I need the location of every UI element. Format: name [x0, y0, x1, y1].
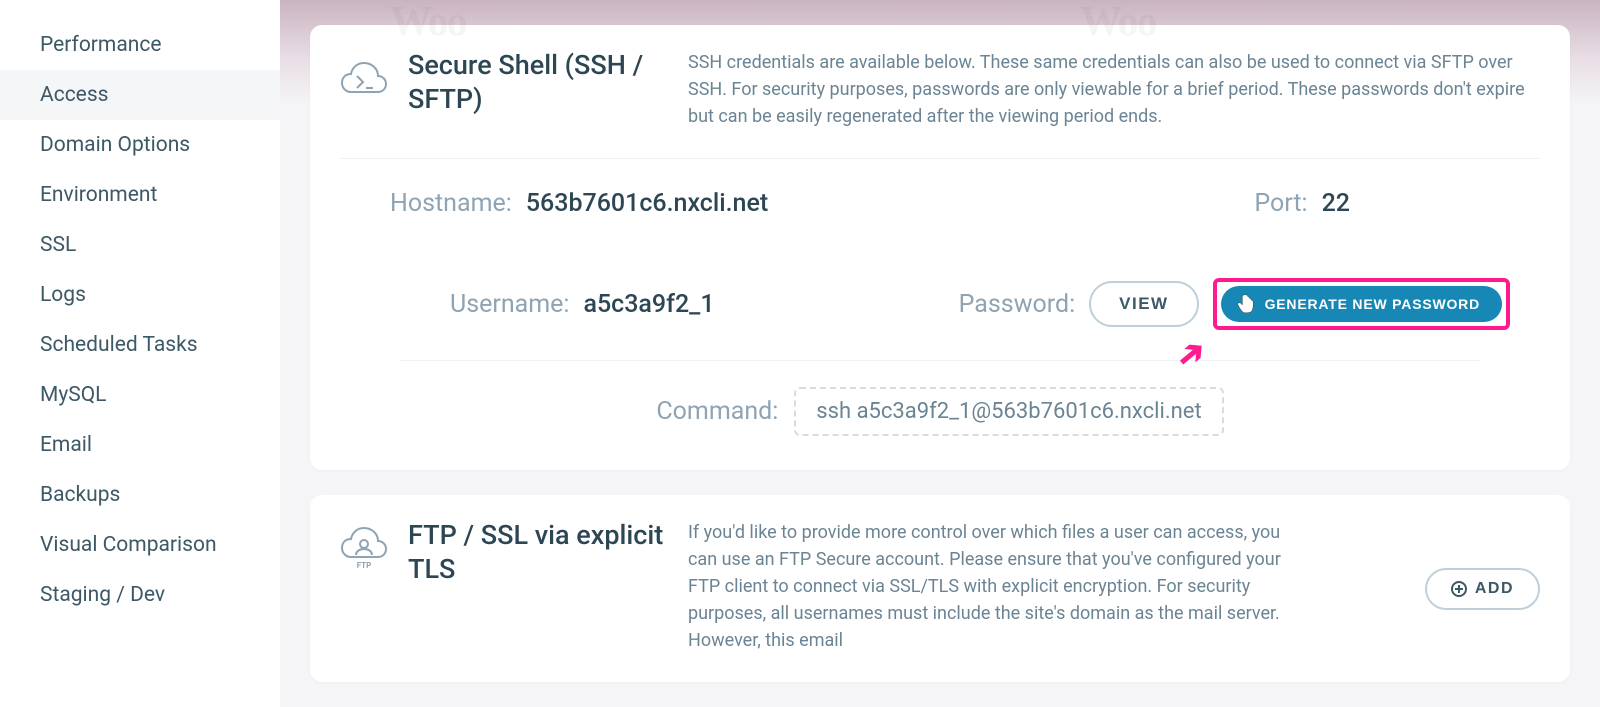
- sidebar-label: MySQL: [40, 383, 107, 407]
- cursor-pointer-icon: [1235, 293, 1257, 315]
- svg-text:FTP: FTP: [357, 561, 372, 570]
- username-label: Username:: [450, 290, 569, 319]
- sidebar-label: Email: [40, 433, 92, 457]
- ftp-cloud-icon: FTP: [340, 525, 388, 573]
- sidebar-label: Access: [40, 83, 109, 107]
- sidebar-item-visual-comparison[interactable]: Visual Comparison: [0, 520, 280, 570]
- view-password-button[interactable]: VIEW: [1089, 281, 1198, 327]
- ftp-card-description: If you'd like to provide more control ov…: [688, 519, 1290, 654]
- hostname-value: 563b7601c6.nxcli.net: [526, 189, 768, 218]
- sidebar-item-staging-dev[interactable]: Staging / Dev: [0, 570, 280, 620]
- sidebar-label: Backups: [40, 483, 120, 507]
- sidebar-label: Scheduled Tasks: [40, 333, 198, 357]
- ssh-hostname-port-row: Hostname: 563b7601c6.nxcli.net Port: 22: [310, 159, 1570, 248]
- ssh-card: Secure Shell (SSH / SFTP) SSH credential…: [310, 25, 1570, 470]
- add-button-label: ADD: [1475, 580, 1514, 598]
- password-label: Password:: [959, 290, 1075, 319]
- hostname-field: Hostname: 563b7601c6.nxcli.net: [390, 189, 768, 218]
- sidebar-item-backups[interactable]: Backups: [0, 470, 280, 520]
- generate-password-label: GENERATE NEW PASSWORD: [1265, 296, 1480, 312]
- port-label: Port:: [1254, 189, 1307, 218]
- ftp-card-title: FTP / SSL via explicit TLS: [408, 519, 668, 587]
- ftp-card-header: FTP FTP / SSL via explicit TLS If you'd …: [310, 495, 1570, 682]
- ssh-card-header: Secure Shell (SSH / SFTP) SSH credential…: [310, 25, 1570, 158]
- ssh-card-title: Secure Shell (SSH / SFTP): [408, 49, 668, 117]
- sidebar-item-logs[interactable]: Logs: [0, 270, 280, 320]
- username-value: a5c3a9f2_1: [583, 290, 714, 319]
- ftp-card: FTP FTP / SSL via explicit TLS If you'd …: [310, 495, 1570, 682]
- command-label: Command:: [656, 397, 778, 426]
- command-value-box[interactable]: ssh a5c3a9f2_1@563b7601c6.nxcli.net: [794, 387, 1223, 436]
- sidebar-item-scheduled-tasks[interactable]: Scheduled Tasks: [0, 320, 280, 370]
- ssh-card-description: SSH credentials are available below. The…: [688, 49, 1540, 130]
- add-button-wrap: ADD: [1425, 568, 1540, 610]
- bg-woo-logo-left: Woo: [390, 0, 466, 46]
- sidebar-label: Environment: [40, 183, 157, 207]
- username-field: Username: a5c3a9f2_1: [450, 290, 715, 319]
- sidebar-item-environment[interactable]: Environment: [0, 170, 280, 220]
- sidebar-label: Staging / Dev: [40, 583, 165, 607]
- plus-icon: [1451, 581, 1467, 597]
- bg-woo-logo-right: Woo: [1080, 0, 1156, 46]
- cloud-shell-icon: [340, 55, 388, 103]
- hostname-label: Hostname:: [390, 189, 512, 218]
- ssh-command-row: Command: ssh a5c3a9f2_1@563b7601c6.nxcli…: [310, 361, 1570, 470]
- page-container: Performance Access Domain Options Enviro…: [0, 0, 1600, 707]
- sidebar-label: Domain Options: [40, 133, 190, 157]
- port-value: 22: [1322, 189, 1350, 218]
- sidebar-label: Visual Comparison: [40, 533, 217, 557]
- password-field: Password: VIEW GENERATE NEW PASSWORD ➔: [959, 278, 1510, 330]
- add-ftp-button[interactable]: ADD: [1425, 568, 1540, 610]
- sidebar: Performance Access Domain Options Enviro…: [0, 0, 280, 707]
- highlight-annotation: GENERATE NEW PASSWORD ➔: [1213, 278, 1510, 330]
- sidebar-item-access[interactable]: Access: [0, 70, 280, 120]
- sidebar-item-email[interactable]: Email: [0, 420, 280, 470]
- sidebar-item-domain-options[interactable]: Domain Options: [0, 120, 280, 170]
- generate-password-button[interactable]: GENERATE NEW PASSWORD: [1221, 286, 1502, 322]
- ssh-username-password-row: Username: a5c3a9f2_1 Password: VIEW GENE…: [310, 248, 1570, 360]
- port-field: Port: 22: [1254, 189, 1350, 218]
- sidebar-label: Performance: [40, 33, 161, 57]
- sidebar-label: Logs: [40, 283, 86, 307]
- content-area: Secure Shell (SSH / SFTP) SSH credential…: [280, 0, 1600, 707]
- sidebar-item-ssl[interactable]: SSL: [0, 220, 280, 270]
- sidebar-label: SSL: [40, 233, 76, 257]
- sidebar-item-mysql[interactable]: MySQL: [0, 370, 280, 420]
- sidebar-item-performance[interactable]: Performance: [0, 20, 280, 70]
